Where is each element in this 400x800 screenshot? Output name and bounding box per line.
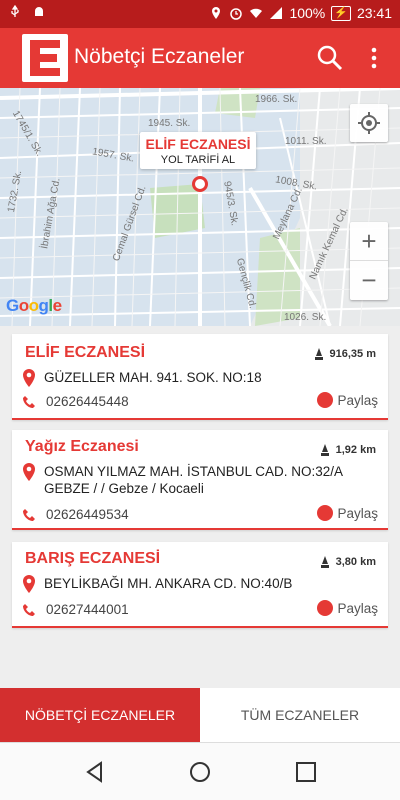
pin-icon (23, 575, 35, 593)
pharmacy-name: ELİF ECZANESİ (25, 344, 146, 361)
system-nav-bar (0, 742, 400, 800)
share-label: Paylaş (337, 600, 378, 616)
phone-icon (23, 395, 35, 408)
address-row[interactable]: BEYLİKBAĞI MH. ANKARA CD. NO:40/B (22, 575, 364, 593)
home-icon[interactable] (188, 760, 212, 784)
status-bar: 100% ⚡ 23:41 (0, 0, 400, 28)
phone-row[interactable]: 02626445448 (22, 394, 129, 409)
share-icon (317, 392, 334, 408)
map-info-title: ELİF ECZANESİ (145, 136, 251, 152)
back-icon[interactable] (83, 760, 107, 784)
address-row[interactable]: OSMAN YILMAZ MAH. İSTANBUL CAD. NO:32/A … (22, 463, 364, 497)
google-logo: Google (6, 296, 62, 315)
tab-tum-eczaneler[interactable]: TÜM ECZANELER (200, 688, 400, 742)
street-label: 1966. Sk. (255, 94, 298, 105)
address-row[interactable]: GÜZELLER MAH. 941. SOK. NO:18 (22, 369, 364, 387)
pharmacy-phone: 02626449534 (46, 507, 129, 522)
tab-nobetci-eczaneler[interactable]: NÖBETÇİ ECZANELER (0, 688, 200, 742)
my-location-button[interactable] (350, 104, 388, 142)
location-icon (212, 7, 221, 19)
map-info-window[interactable]: ELİF ECZANESİ YOL TARİFİ AL (140, 132, 256, 169)
pharmacy-card[interactable]: BARIŞ ECZANESİ 3,80 km BEYLİKBAĞI MH. AN… (12, 542, 388, 628)
phone-row[interactable]: 02627444001 (22, 602, 129, 617)
street-label: 1945. Sk. (148, 118, 191, 129)
phone-icon (23, 603, 35, 616)
pharmacy-phone: 02626445448 (46, 394, 129, 409)
distance: 3,80 km (320, 556, 376, 568)
battery-icon: ⚡ (331, 5, 351, 21)
pharmacy-card[interactable]: Yağız Eczanesi 1,92 km OSMAN YILMAZ MAH.… (12, 430, 388, 530)
distance: 1,92 km (320, 444, 376, 456)
android-icon (35, 7, 43, 16)
app-title: Nöbetçi Eczaneler (74, 45, 245, 68)
street-label: 1026. Sk. (284, 312, 327, 323)
distance: 916,35 m (314, 348, 376, 360)
pin-icon (23, 463, 35, 481)
zoom-in-button[interactable]: + (350, 222, 388, 261)
pharmacy-phone: 02627444001 (46, 602, 129, 617)
share-button[interactable]: Paylaş (317, 392, 378, 408)
signal-icon (270, 7, 283, 19)
pharmacy-marker-icon[interactable] (192, 176, 208, 192)
app-logo (22, 34, 68, 82)
alarm-icon (230, 8, 243, 20)
zoom-controls: + − (350, 222, 388, 300)
pharmacy-address: GÜZELLER MAH. 941. SOK. NO:18 (44, 370, 262, 385)
share-label: Paylaş (337, 505, 378, 521)
distance-icon (320, 556, 329, 568)
phone-icon (23, 508, 35, 521)
distance-value: 1,92 km (335, 444, 376, 456)
usb-icon (11, 5, 19, 17)
search-icon[interactable] (316, 44, 344, 72)
pharmacy-address: OSMAN YILMAZ MAH. İSTANBUL CAD. NO:32/A … (44, 464, 343, 496)
pharmacy-address: BEYLİKBAĞI MH. ANKARA CD. NO:40/B (44, 576, 293, 591)
wifi-icon (250, 8, 263, 18)
share-button[interactable]: Paylaş (317, 505, 378, 521)
share-button[interactable]: Paylaş (317, 600, 378, 616)
directions-link[interactable]: YOL TARİFİ AL (140, 154, 256, 166)
zoom-out-button[interactable]: − (350, 261, 388, 300)
pharmacy-name: BARIŞ ECZANESİ (25, 550, 161, 567)
recents-icon[interactable] (294, 760, 318, 784)
distance-value: 3,80 km (335, 556, 376, 568)
street-label: 1011. Sk. (285, 136, 327, 147)
pharmacy-name: Yağız Eczanesi (25, 438, 139, 455)
app-bar: Nöbetçi Eczaneler (0, 28, 400, 88)
distance-value: 916,35 m (329, 348, 376, 360)
my-location-icon (358, 112, 380, 134)
share-icon (317, 505, 334, 521)
clock: 23:41 (356, 5, 392, 21)
logo-e-icon (30, 40, 60, 76)
phone-row[interactable]: 02626449534 (22, 507, 129, 522)
share-icon (317, 600, 334, 616)
share-label: Paylaş (337, 392, 378, 408)
pin-icon (23, 369, 35, 387)
more-vert-icon[interactable] (362, 44, 386, 72)
distance-icon (320, 444, 329, 456)
distance-icon (314, 348, 323, 360)
pharmacy-card[interactable]: ELİF ECZANESİ 916,35 m GÜZELLER MAH. 941… (12, 334, 388, 420)
map-view[interactable]: 1966. Sk. 1945. Sk. 1011. Sk. 1745/1. Sk… (0, 88, 400, 326)
battery-level: 100% (289, 5, 326, 21)
